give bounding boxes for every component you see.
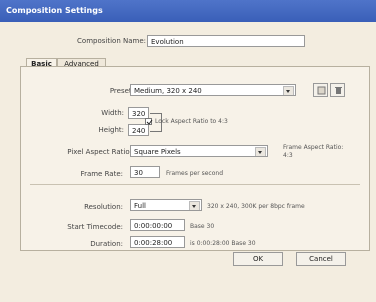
chevron-down-icon [255, 147, 266, 156]
section-divider [30, 184, 360, 185]
chevron-down-icon [189, 201, 200, 210]
frame-aspect-label: Frame Aspect Ratio: [283, 144, 344, 151]
composition-name-field[interactable]: Evolution [147, 35, 305, 47]
delete-preset-icon [335, 87, 342, 94]
start-timecode-label: Start Timecode: [67, 223, 123, 231]
start-timecode-field[interactable]: 0:00:00:00 [130, 219, 185, 231]
ok-button[interactable]: OK [233, 252, 283, 266]
width-label: Width: [101, 109, 124, 117]
resolution-value: Full [134, 202, 146, 210]
cancel-button[interactable]: Cancel [296, 252, 346, 266]
preset-save-button[interactable] [313, 83, 328, 97]
preset-dropdown[interactable]: Medium, 320 x 240 [130, 84, 296, 96]
frame-rate-field[interactable]: 30 [130, 166, 160, 178]
preset-value: Medium, 320 x 240 [134, 87, 202, 95]
start-timecode-base: Base 30 [190, 223, 215, 230]
duration-info: is 0:00:28:00 Base 30 [190, 240, 256, 247]
chevron-down-icon [283, 86, 294, 95]
resolution-dropdown[interactable]: Full [130, 199, 202, 211]
preset-label: Preset: [109, 87, 134, 95]
lock-aspect-checkbox[interactable] [145, 118, 153, 125]
window-title: Composition Settings [6, 6, 103, 15]
pixel-aspect-dropdown[interactable]: Square Pixels [130, 145, 268, 157]
duration-label: Duration: [90, 240, 123, 248]
frame-rate-unit: Frames per second [166, 170, 223, 177]
lock-aspect-label: Lock Aspect Ratio to 4:3 [155, 118, 228, 125]
composition-name-label: Composition Name: [77, 37, 146, 45]
preset-delete-button[interactable] [330, 83, 345, 97]
title-bar: Composition Settings [0, 0, 376, 22]
duration-field[interactable]: 0:00:28:00 [130, 236, 185, 248]
resolution-info: 320 x 240, 300K per 8bpc frame [207, 203, 305, 210]
resolution-label: Resolution: [84, 203, 123, 211]
pixel-aspect-value: Square Pixels [134, 148, 181, 156]
frame-aspect-value: 4:3 [283, 152, 293, 159]
pixel-aspect-label: Pixel Aspect Ratio: [67, 148, 132, 156]
save-preset-icon [317, 86, 326, 95]
checkmark-icon [146, 119, 153, 125]
frame-rate-label: Frame Rate: [80, 170, 123, 178]
height-label: Height: [98, 126, 125, 134]
